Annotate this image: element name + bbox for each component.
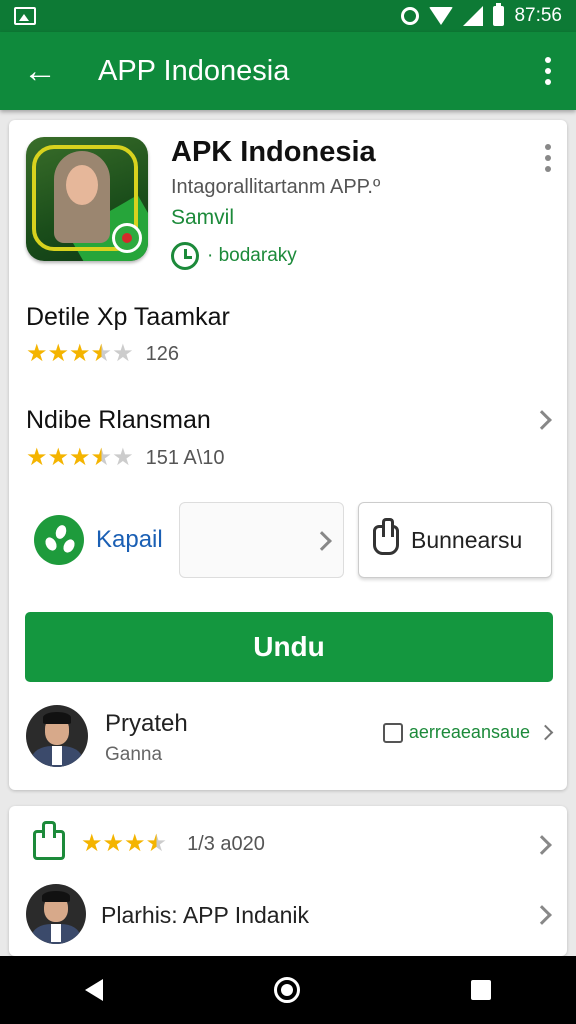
secondary-action-label: Bunnearsu bbox=[411, 526, 523, 553]
secondary-card: ★ ★ ★ ★ 1/3 a020 Plarhis: APP Indanik bbox=[9, 806, 567, 956]
chevron-right-icon bbox=[312, 531, 332, 551]
star-icon: ★ bbox=[81, 830, 103, 857]
star-icon: ★ bbox=[69, 444, 91, 471]
app-name: APK Indonesia bbox=[171, 136, 376, 168]
thumbs-up-icon bbox=[33, 821, 65, 860]
star-icon: ★ bbox=[69, 340, 91, 367]
app-bar-title: APP Indonesia bbox=[98, 54, 290, 87]
kapail-label: Kapail bbox=[96, 526, 163, 553]
rating-row: ★ ★ ★ ★ ★ 151 A\10 bbox=[26, 446, 225, 470]
signal-icon bbox=[463, 6, 484, 26]
rating-count: 126 bbox=[145, 342, 179, 365]
avatar bbox=[26, 884, 86, 944]
status-bar: 87:56 bbox=[0, 0, 576, 32]
app-meta: · bodaraky bbox=[171, 242, 297, 270]
card-overflow-menu-icon[interactable] bbox=[545, 144, 551, 172]
secondary-action-button[interactable]: Bunnearsu bbox=[358, 502, 552, 578]
section-title[interactable]: Ndibe Rlansman bbox=[26, 406, 211, 435]
chevron-right-icon[interactable] bbox=[532, 905, 552, 925]
chevron-right-icon bbox=[537, 724, 554, 741]
star-icon: ★ bbox=[26, 340, 48, 367]
alarm-icon bbox=[401, 7, 420, 25]
publisher-label: Plarhis: APP Indanik bbox=[101, 902, 309, 928]
star-half-icon: ★ bbox=[145, 830, 168, 857]
star-empty-icon: ★ bbox=[112, 444, 134, 471]
kapail-chip[interactable]: Kapail bbox=[26, 502, 176, 578]
star-icon: ★ bbox=[47, 444, 70, 471]
app-subtitle: Intagorallitartanm APP.º bbox=[171, 176, 381, 198]
nav-recents-icon[interactable] bbox=[470, 980, 491, 1000]
star-icon: ★ bbox=[47, 340, 70, 367]
chevron-right-icon[interactable] bbox=[532, 835, 552, 855]
status-time: 87:56 bbox=[514, 5, 562, 26]
rating-row: ★ ★ ★ ★ ★ 126 bbox=[26, 342, 179, 366]
reviewer-subtitle: Ganna bbox=[105, 744, 163, 765]
app-developer-link[interactable]: Samvil bbox=[171, 206, 234, 230]
status-icons: 87:56 bbox=[401, 3, 562, 27]
app-icon bbox=[26, 137, 148, 261]
wifi-icon bbox=[429, 7, 454, 25]
chevron-right-icon[interactable] bbox=[532, 410, 552, 430]
download-button[interactable]: Undu bbox=[25, 612, 553, 682]
reviewer-name: Pryateh bbox=[105, 710, 188, 737]
clock-icon bbox=[171, 242, 199, 270]
rating-row: ★ ★ ★ ★ 1/3 a020 bbox=[81, 832, 265, 856]
rating-count: 151 A\10 bbox=[145, 446, 225, 469]
gallery-icon bbox=[14, 7, 36, 25]
app-details-card: APK Indonesia Intagorallitartanm APP.º S… bbox=[9, 120, 567, 790]
nav-back-icon[interactable] bbox=[85, 979, 104, 1001]
star-icon: ★ bbox=[124, 830, 146, 857]
review-action-label: aerreaeansaue bbox=[408, 722, 530, 742]
battery-icon bbox=[493, 3, 505, 26]
nav-home-icon[interactable] bbox=[273, 977, 300, 1003]
navigation-bar bbox=[0, 956, 576, 1024]
star-half-icon: ★ bbox=[90, 340, 113, 367]
avatar bbox=[26, 705, 88, 767]
empty-chip[interactable] bbox=[179, 502, 344, 578]
hand-pointer-icon bbox=[373, 518, 399, 555]
star-icon: ★ bbox=[26, 444, 48, 471]
like-icon bbox=[382, 722, 403, 743]
kapail-icon bbox=[34, 515, 84, 565]
star-half-icon: ★ bbox=[90, 444, 113, 471]
section-title: Detile Xp Taamkar bbox=[26, 303, 230, 331]
star-icon: ★ bbox=[102, 830, 125, 857]
review-action[interactable]: aerreaeansaue bbox=[382, 722, 554, 743]
app-meta-text: · bodaraky bbox=[207, 245, 297, 266]
overflow-menu-icon[interactable] bbox=[520, 57, 576, 85]
star-empty-icon: ★ bbox=[112, 340, 134, 367]
app-bar: ← APP Indonesia bbox=[0, 32, 576, 110]
back-arrow-icon[interactable]: ← bbox=[0, 32, 80, 110]
rating-text: 1/3 a020 bbox=[187, 832, 265, 855]
